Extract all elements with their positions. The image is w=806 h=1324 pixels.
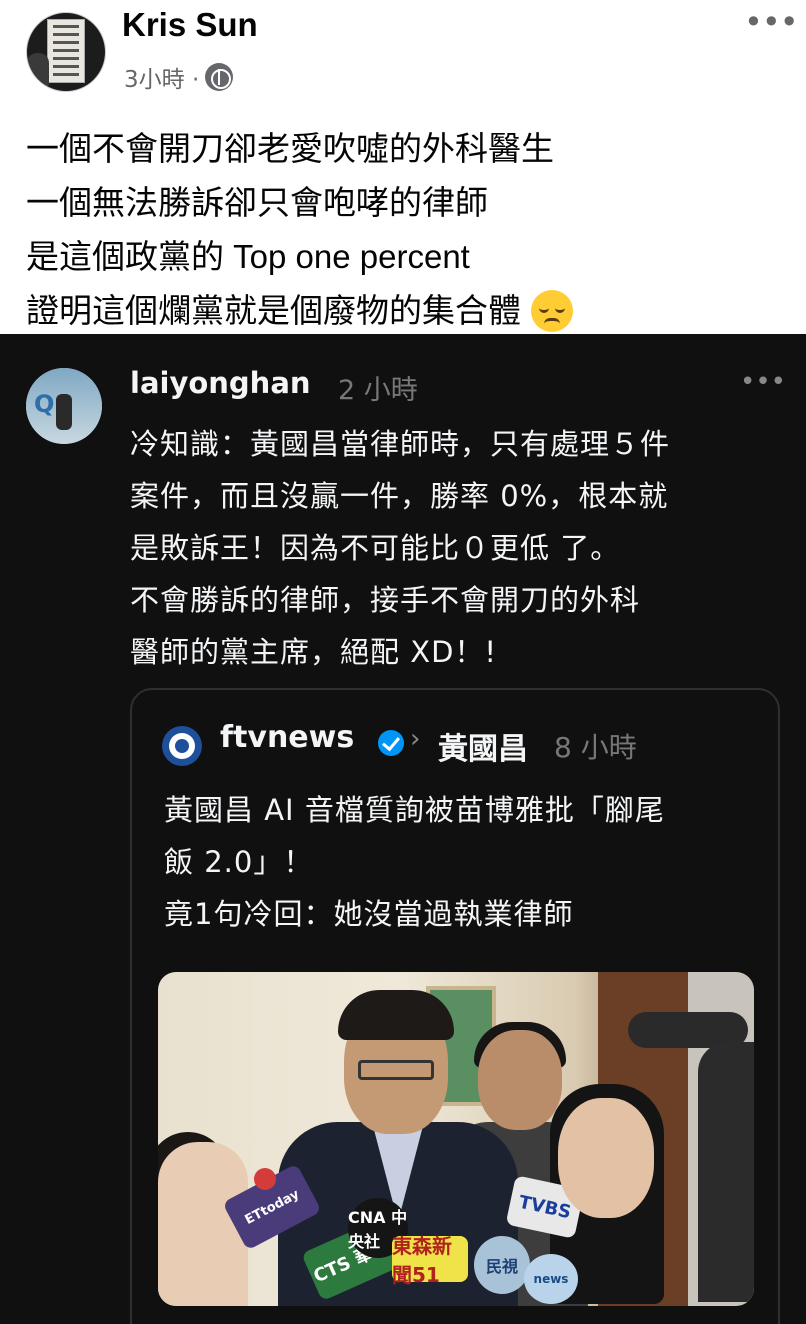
post-meta: 3小時 · — [124, 60, 234, 94]
thread-text-line: 不會勝訴的律師，接手不會開刀的外科 — [130, 583, 641, 617]
post-time[interactable]: 3小時 · — [124, 60, 199, 94]
quoted-text-line: 竟1句冷回：她沒當過執業律師 — [164, 897, 574, 931]
globe-icon — [205, 63, 234, 91]
more-options-icon[interactable]: ••• — [744, 6, 799, 38]
chevron-right-icon: › — [410, 724, 421, 754]
thread-text-line: 案件，而且沒贏一件，勝率 0%，根本就 — [130, 479, 669, 513]
quoted-post-card: ftvnews › 黃國昌 8 小時 黃國昌 AI 音檔質詢被苗博雅批「腳尾 飯… — [130, 688, 780, 1324]
quoted-time: 8 小時 — [554, 731, 637, 764]
thread-username: laiyonghan — [130, 366, 311, 400]
quoted-text-line: 黃國昌 AI 音檔質詢被苗博雅批「腳尾 — [164, 793, 665, 827]
post-header: Kris Sun 3小時 · ••• — [0, 0, 806, 110]
quoted-body: 黃國昌 AI 音檔質詢被苗博雅批「腳尾 飯 2.0」！ 竟1句冷回：她沒當過執業… — [164, 784, 764, 940]
thread-more-icon: ••• — [740, 367, 787, 397]
microphone-flag: news — [524, 1254, 578, 1304]
microphone-flag: 東森新聞51 — [392, 1234, 468, 1287]
author-avatar[interactable] — [26, 12, 106, 92]
relieved-face-icon — [531, 290, 573, 332]
post-text-line: 證明這個爛黨就是個廢物的集合體 — [26, 292, 521, 329]
thread-text-line: 是敗訴王！因為不可能比０更低 了。 — [130, 531, 621, 565]
thread-body: 冷知識：黃國昌當律師時，只有處理５件 案件，而且沒贏一件，勝率 0%，根本就 是… — [130, 418, 790, 678]
author-name[interactable]: Kris Sun — [122, 6, 258, 44]
ftvnews-logo-icon — [162, 726, 202, 766]
thread-user-avatar: Q — [26, 368, 102, 444]
quoted-topic: 黃國昌 — [438, 732, 528, 767]
news-photo: ETtoday CTS 華視 CNA 中央社 東森新聞51 民視 TVBS ne… — [158, 972, 754, 1306]
post-text-line: 一個無法勝訴卻只會咆哮的律師 — [26, 184, 488, 221]
thread-time: 2 小時 — [338, 375, 418, 406]
microphone-flag: 民視 — [474, 1236, 530, 1294]
post-text: 一個不會開刀卻老愛吹噓的外科醫生 一個無法勝訴卻只會咆哮的律師 是這個政黨的 T… — [26, 122, 786, 338]
post-text-line-last: 證明這個爛黨就是個廢物的集合體 — [26, 284, 786, 338]
quoted-source: ftvnews — [220, 720, 355, 755]
verified-badge-icon — [378, 730, 404, 756]
quoted-text-line: 飯 2.0」！ — [164, 845, 314, 879]
post-text-line: 是這個政黨的 Top one percent — [26, 238, 470, 275]
shared-screenshot[interactable]: Q laiyonghan 2 小時 ••• 冷知識：黃國昌當律師時，只有處理５件… — [0, 334, 806, 1324]
thread-text-line: 冷知識：黃國昌當律師時，只有處理５件 — [130, 427, 671, 461]
post-text-line: 一個不會開刀卻老愛吹噓的外科醫生 — [26, 130, 554, 167]
thread-text-line: 醫師的黨主席，絕配 XD！! — [130, 635, 498, 669]
